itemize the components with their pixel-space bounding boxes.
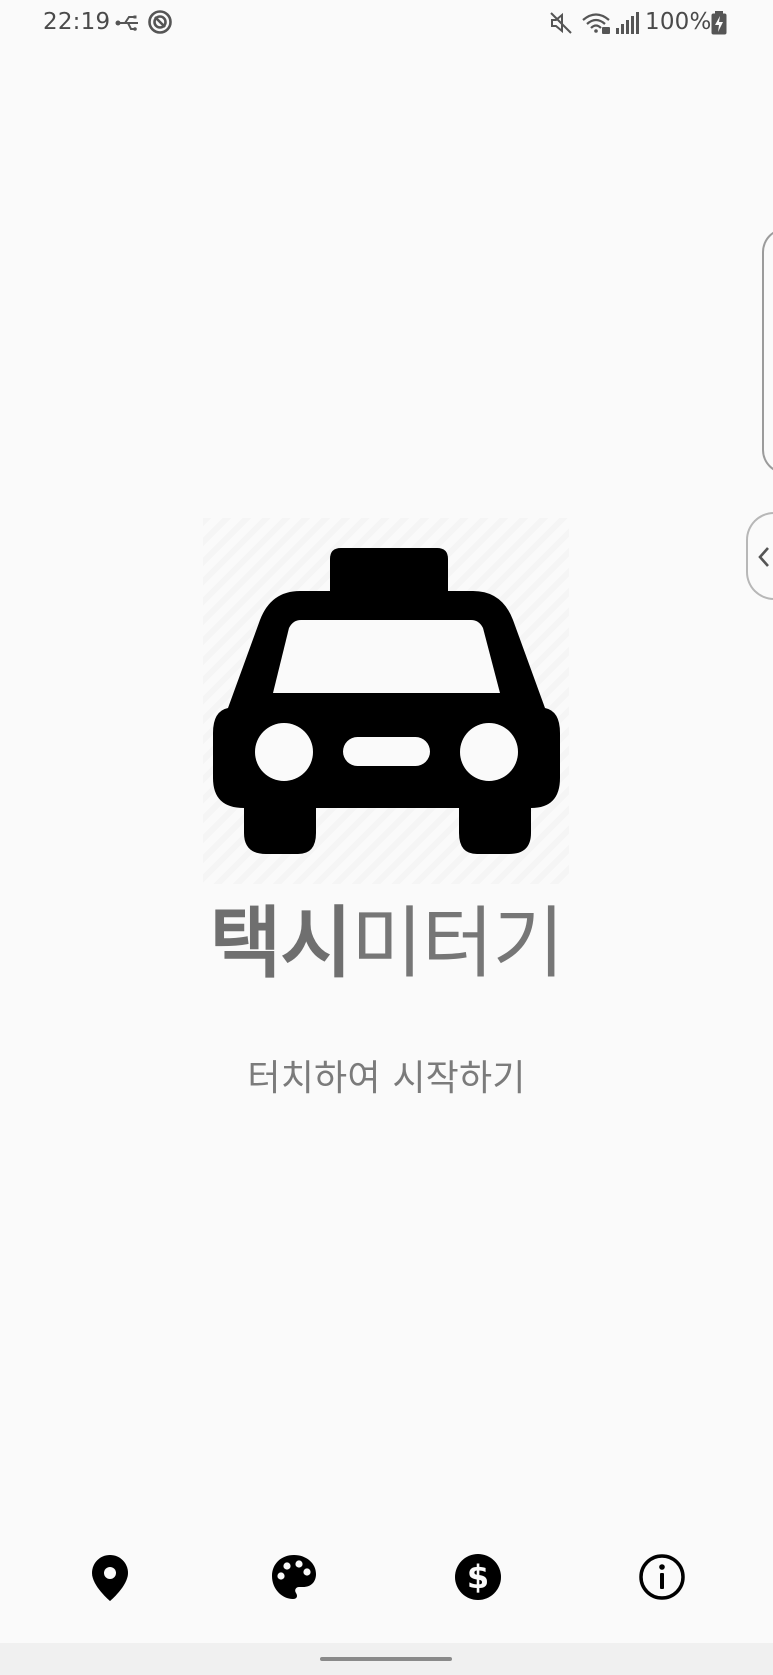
location-pin-icon <box>92 1555 128 1601</box>
dollar-icon: $ <box>455 1554 501 1600</box>
fare-button[interactable]: $ <box>432 1532 524 1622</box>
splash-screen[interactable]: 택시미터기 터치하여 시작하기 <box>0 0 773 1675</box>
app-title: 택시미터기 <box>0 898 773 990</box>
start-hint: 터치하여 시작하기 <box>247 1058 526 1099</box>
palette-icon <box>272 1555 316 1599</box>
home-gesture-handle[interactable] <box>320 1657 452 1661</box>
location-button[interactable] <box>64 1532 156 1622</box>
taxi-icon <box>213 548 560 854</box>
bottom-nav: $ <box>0 1532 773 1622</box>
info-button[interactable] <box>616 1532 708 1622</box>
app-title-bold: 택시 <box>209 899 353 989</box>
svg-text:$: $ <box>467 1558 489 1596</box>
info-icon <box>639 1554 685 1600</box>
app-title-light: 미터기 <box>351 899 564 989</box>
gesture-bar <box>0 1643 773 1675</box>
theme-button[interactable] <box>248 1532 340 1622</box>
